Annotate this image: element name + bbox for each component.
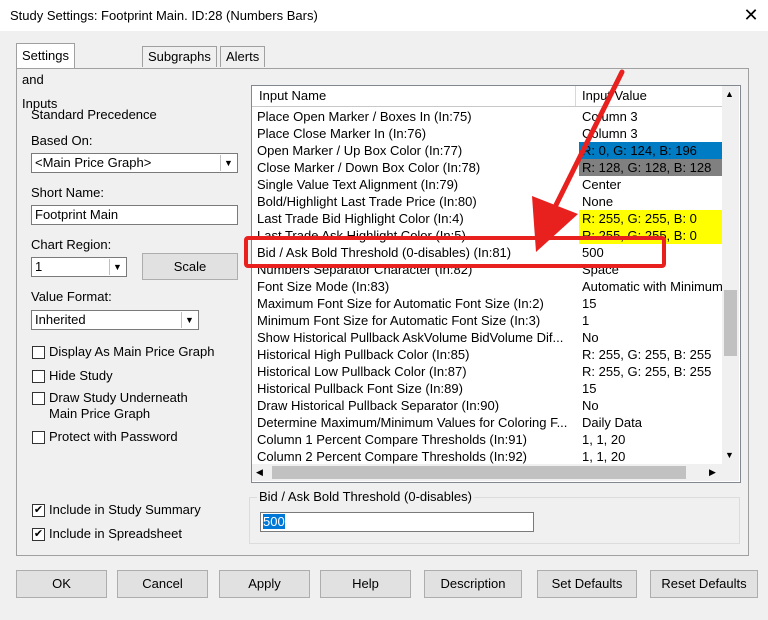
tab-settings-and-inputs[interactable]: Settings and Inputs [16, 43, 75, 111]
annotation-arrow-icon [532, 69, 625, 252]
